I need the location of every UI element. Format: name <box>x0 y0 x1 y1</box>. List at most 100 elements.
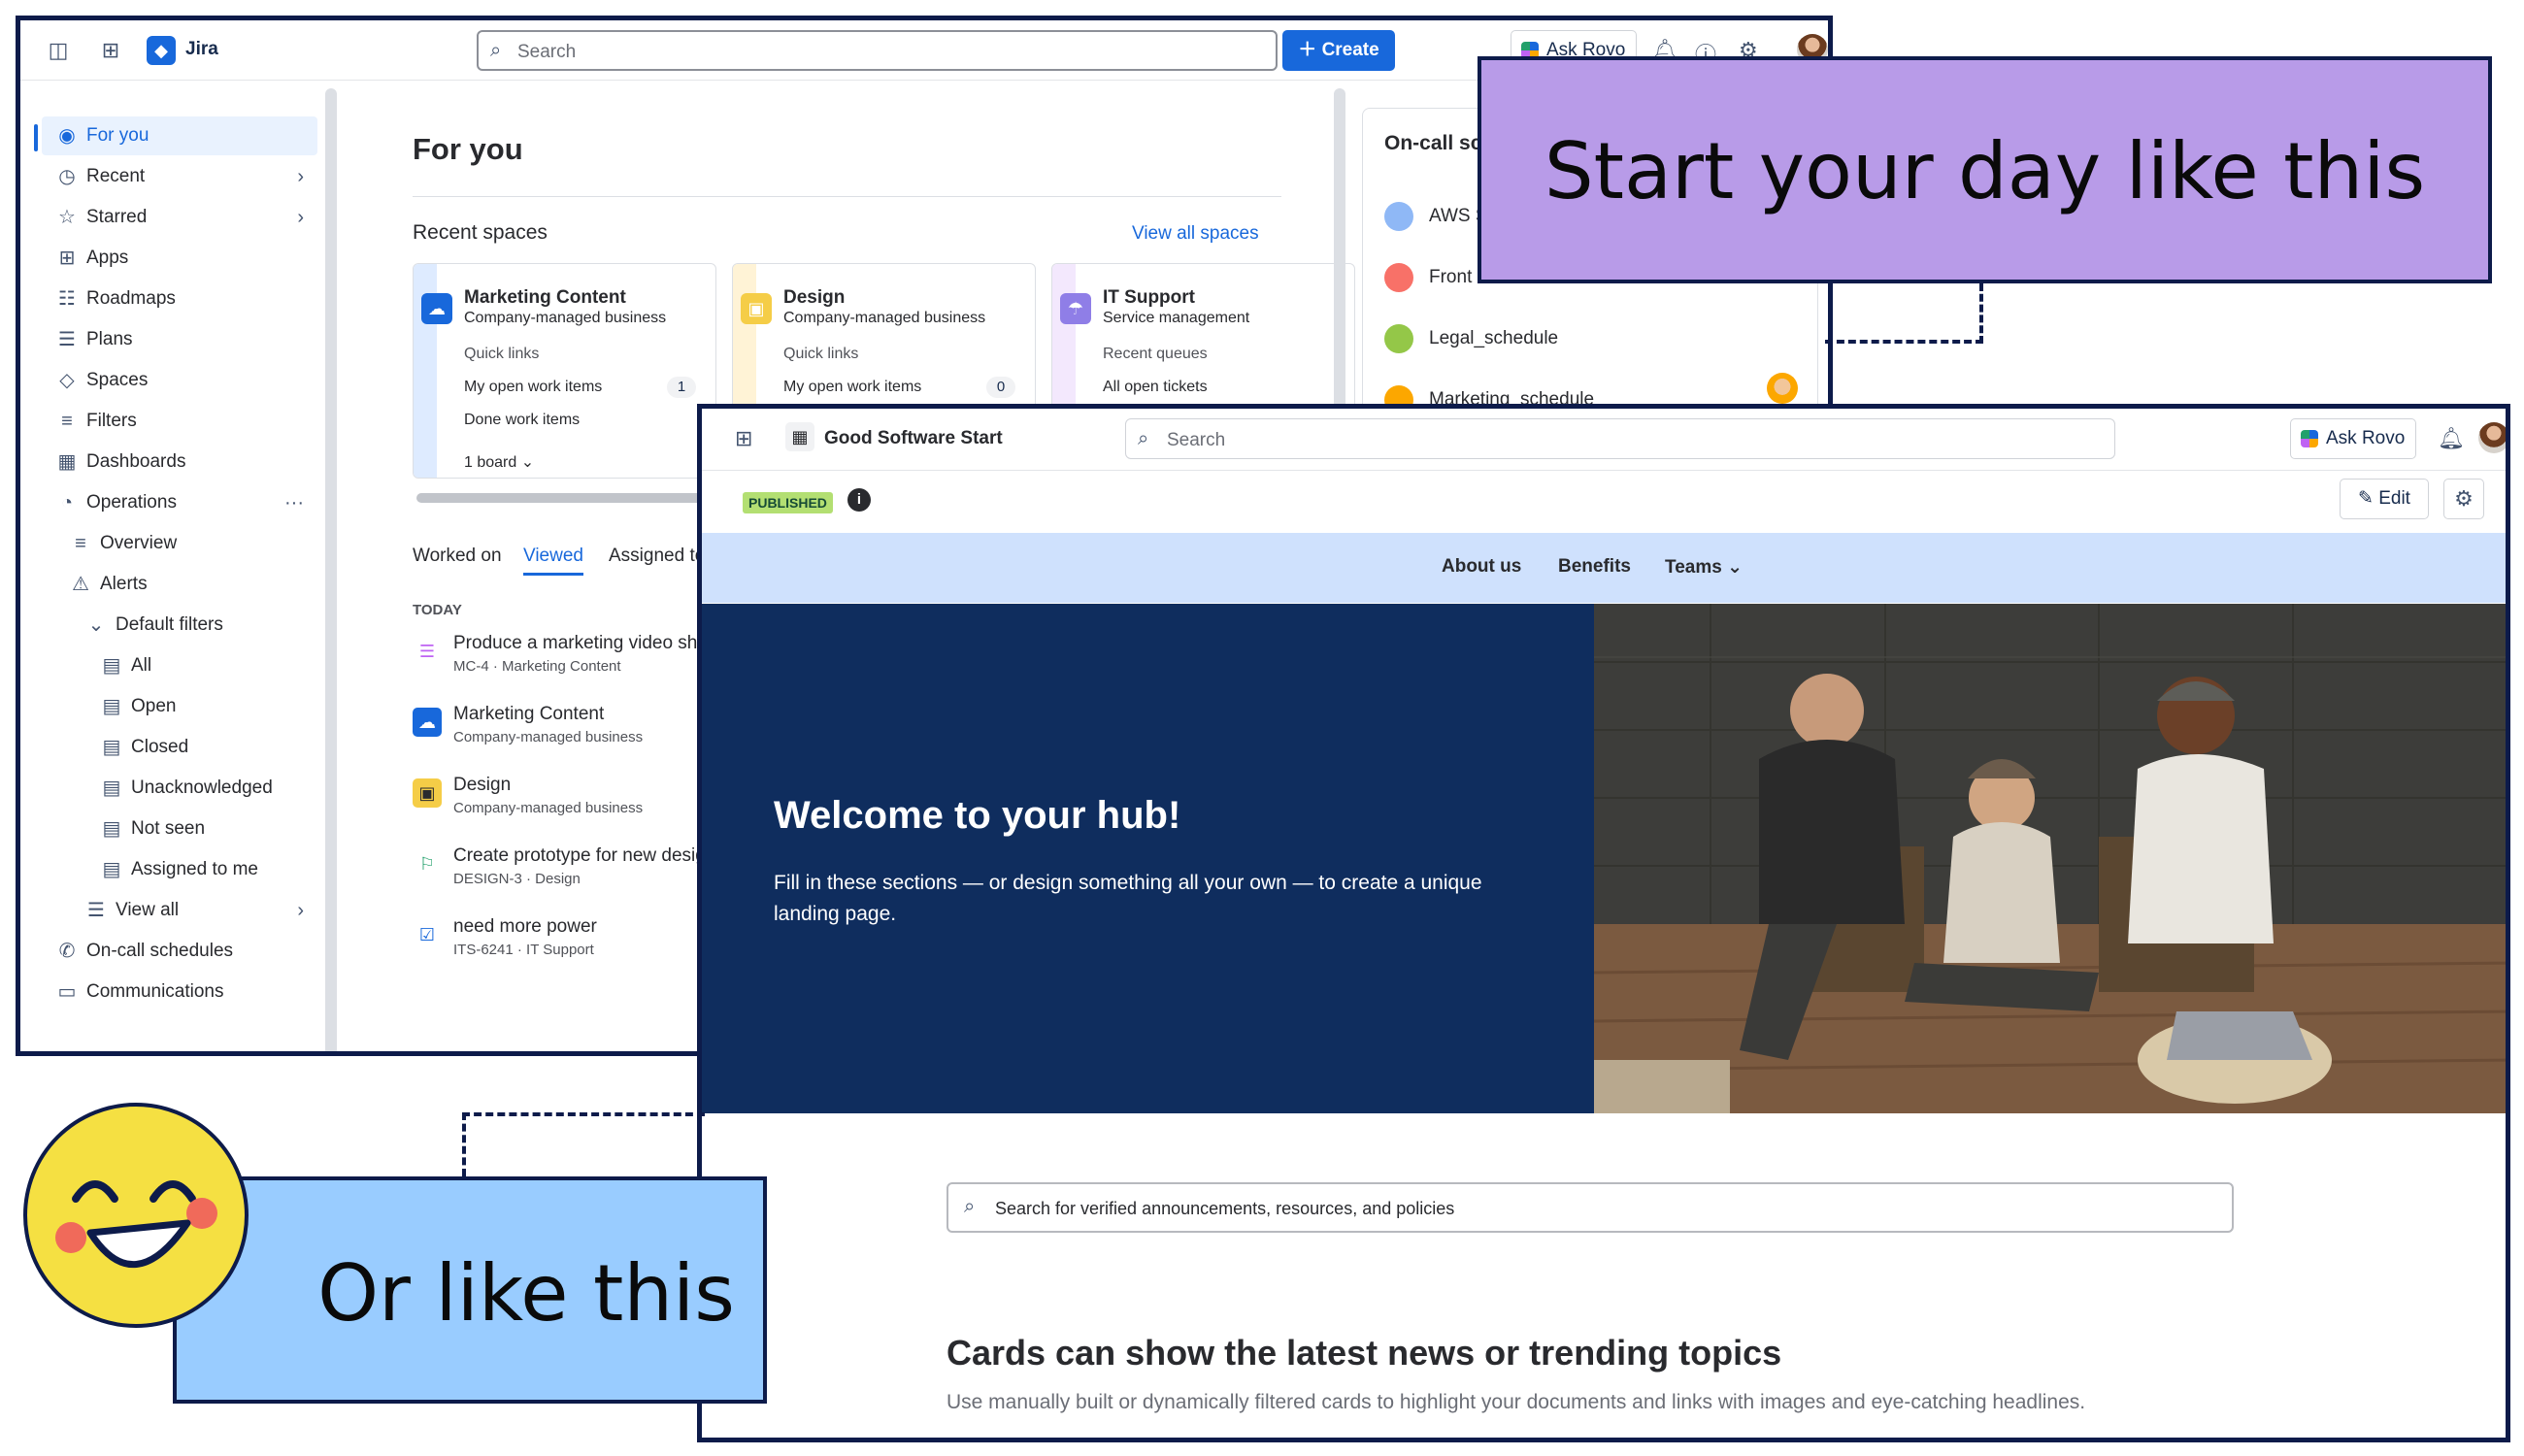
sidebar-item-communications[interactable]: ▭ Communications <box>42 973 317 1011</box>
recent-spaces-heading: Recent spaces <box>413 221 548 244</box>
operations-icon: ◔ <box>60 492 74 513</box>
schedule-row[interactable]: AWS S <box>1384 200 1488 233</box>
notifications-icon[interactable]: 🔔︎ <box>2438 426 2465 451</box>
sidebar-item-label: Assigned to me <box>131 859 258 879</box>
sidebar: ◉ For you ◷ Recent › ☆ Starred › ⊞ Apps ☷ Roadmaps ☰… <box>20 82 321 1051</box>
sidebar-item-assigned-to-me[interactable]: ▤ Assigned to me <box>86 850 317 889</box>
filter-doc-icon: ▤ <box>102 737 121 758</box>
sidebar-item-roadmaps[interactable]: ☷ Roadmaps <box>42 280 317 318</box>
schedule-row[interactable]: Legal_schedule <box>1384 322 1558 355</box>
sidebar-item-default-filters[interactable]: ⌄ Default filters <box>71 606 317 645</box>
item-subtitle: DESIGN-3 · Design <box>453 871 581 887</box>
ask-rovo-button[interactable]: Ask Rovo <box>2290 418 2416 459</box>
sidebar-item-plans[interactable]: ☰ Plans <box>42 320 317 359</box>
search-placeholder: Search <box>517 42 577 62</box>
hero-text: Fill in these sections — or design somet… <box>774 872 1482 925</box>
edit-button[interactable]: ✎ Edit <box>2340 479 2429 519</box>
nav-benefits[interactable]: Benefits <box>1558 556 1631 578</box>
callout-top-text: Start your day like this <box>1544 126 2426 216</box>
quick-links-label: Quick links <box>464 346 540 362</box>
more-actions-icon[interactable]: ··· <box>284 483 304 522</box>
item-subtitle: Company-managed business <box>453 800 644 816</box>
cards-heading: Cards can show the latest news or trendi… <box>946 1333 1782 1373</box>
filter-icon: ≡ <box>61 411 73 432</box>
item-subtitle: ITS-6241 · IT Support <box>453 942 594 958</box>
user-avatar[interactable] <box>2478 422 2506 453</box>
nav-about-us[interactable]: About us <box>1442 556 1521 578</box>
cards-subtitle: Use manually built or dynamically filter… <box>946 1391 2086 1413</box>
space-title: IT Support <box>1103 287 1195 308</box>
connector-line <box>1825 283 1983 344</box>
space-card[interactable]: ☁ Marketing Content Company-managed busine… <box>413 263 716 479</box>
sidebar-item-overview[interactable]: ≡ Overview <box>55 524 317 563</box>
sidebar-item-for-you[interactable]: ◉ For you <box>42 116 317 155</box>
star-icon: ☆ <box>58 207 76 228</box>
view-all-spaces-link[interactable]: View all spaces <box>1132 223 1259 245</box>
user-circle-icon: ◉ <box>58 125 76 147</box>
settings-icon[interactable]: ⚙ <box>2443 479 2484 519</box>
sidebar-item-not-seen[interactable]: ▤ Not seen <box>86 810 317 848</box>
jira-logo-icon[interactable]: ◆ <box>147 36 176 65</box>
search-input[interactable]: ⌕ Search <box>477 30 1278 71</box>
card-link[interactable]: My open work items <box>464 379 602 396</box>
space-name[interactable]: Good Software Start <box>824 428 1003 449</box>
schedule-icon <box>1384 202 1413 231</box>
sidebar-item-all[interactable]: ▤ All <box>86 646 317 685</box>
chevron-right-icon: › <box>297 900 304 921</box>
sidebar-scrollbar[interactable] <box>325 88 337 1051</box>
sidebar-item-open[interactable]: ▤ Open <box>86 687 317 726</box>
verified-search-input[interactable]: ⌕ Search for verified announcements, res… <box>946 1182 2234 1233</box>
sidebar-item-operations[interactable]: ◔ Operations ··· <box>42 483 317 522</box>
count-badge: 0 <box>986 377 1015 398</box>
app-switcher-icon[interactable]: ⊞ <box>98 38 123 63</box>
confluence-top-bar: ⊞ ▦ Good Software Start ⌕ Search Ask Rov… <box>702 409 2506 471</box>
info-icon[interactable]: i <box>847 488 871 512</box>
sidebar-item-label: Plans <box>86 329 133 349</box>
sidebar-item-unacknowledged[interactable]: ▤ Unacknowledged <box>86 769 317 808</box>
callout-bottom: Or like this <box>173 1176 767 1404</box>
create-button[interactable]: ＋ Create <box>1282 30 1395 71</box>
sidebar-item-recent[interactable]: ◷ Recent › <box>42 157 317 196</box>
sidebar-item-on-call-schedules[interactable]: ✆ On-call schedules <box>42 932 317 971</box>
card-link[interactable]: Done work items <box>464 412 580 429</box>
sidebar-item-label: Unacknowledged <box>131 778 273 798</box>
search-input[interactable]: ⌕ Search <box>1125 418 2115 459</box>
filter-doc-icon: ▤ <box>102 778 121 799</box>
board-dropdown[interactable]: 1 board ⌄ <box>464 452 534 472</box>
space-icon: ☂ <box>1060 293 1091 324</box>
bookmark-icon: ⚐ <box>413 849 442 878</box>
item-title: Design <box>453 775 512 795</box>
app-switcher-icon[interactable]: ⊞ <box>735 426 752 451</box>
sidebar-item-label: Filters <box>86 411 137 431</box>
schedule-row[interactable]: Front <box>1384 261 1472 294</box>
tab-viewed[interactable]: Viewed <box>523 546 583 576</box>
connector-line <box>462 1112 705 1176</box>
tab-worked-on[interactable]: Worked on <box>413 546 502 567</box>
card-link[interactable]: All open tickets <box>1103 379 1208 396</box>
sidebar-item-alerts[interactable]: ⚠ Alerts <box>55 565 317 604</box>
tab-assigned-to[interactable]: Assigned to <box>609 546 705 567</box>
sidebar-item-label: View all <box>116 900 180 920</box>
page-title: For you <box>413 132 523 166</box>
sidebar-item-filters[interactable]: ≡ Filters <box>42 402 317 441</box>
space-icon: ▦ <box>785 422 814 451</box>
nav-teams[interactable]: Teams ⌄ <box>1665 556 1743 579</box>
sidebar-toggle-icon[interactable]: ◫ <box>46 38 71 63</box>
space-title: Design <box>783 287 846 308</box>
sidebar-item-starred[interactable]: ☆ Starred › <box>42 198 317 237</box>
sidebar-item-label: Starred <box>86 207 148 227</box>
divider <box>413 196 1281 197</box>
callout-top: Start your day like this <box>1478 56 2492 283</box>
card-link[interactable]: My open work items <box>783 379 921 396</box>
sidebar-item-view-all[interactable]: ☰ View all › <box>71 891 317 930</box>
phone-icon: ✆ <box>58 941 76 962</box>
sidebar-item-label: Apps <box>86 248 129 268</box>
schedule-icon <box>1384 263 1413 292</box>
sidebar-item-dashboards[interactable]: ▦ Dashboards <box>42 443 317 481</box>
sidebar-item-apps[interactable]: ⊞ Apps <box>42 239 317 278</box>
sidebar-item-spaces[interactable]: ◇ Spaces <box>42 361 317 400</box>
sidebar-item-closed[interactable]: ▤ Closed <box>86 728 317 767</box>
item-subtitle: Company-managed business <box>453 729 644 745</box>
count-badge: 1 <box>667 377 696 398</box>
filter-doc-icon: ▤ <box>102 696 121 717</box>
